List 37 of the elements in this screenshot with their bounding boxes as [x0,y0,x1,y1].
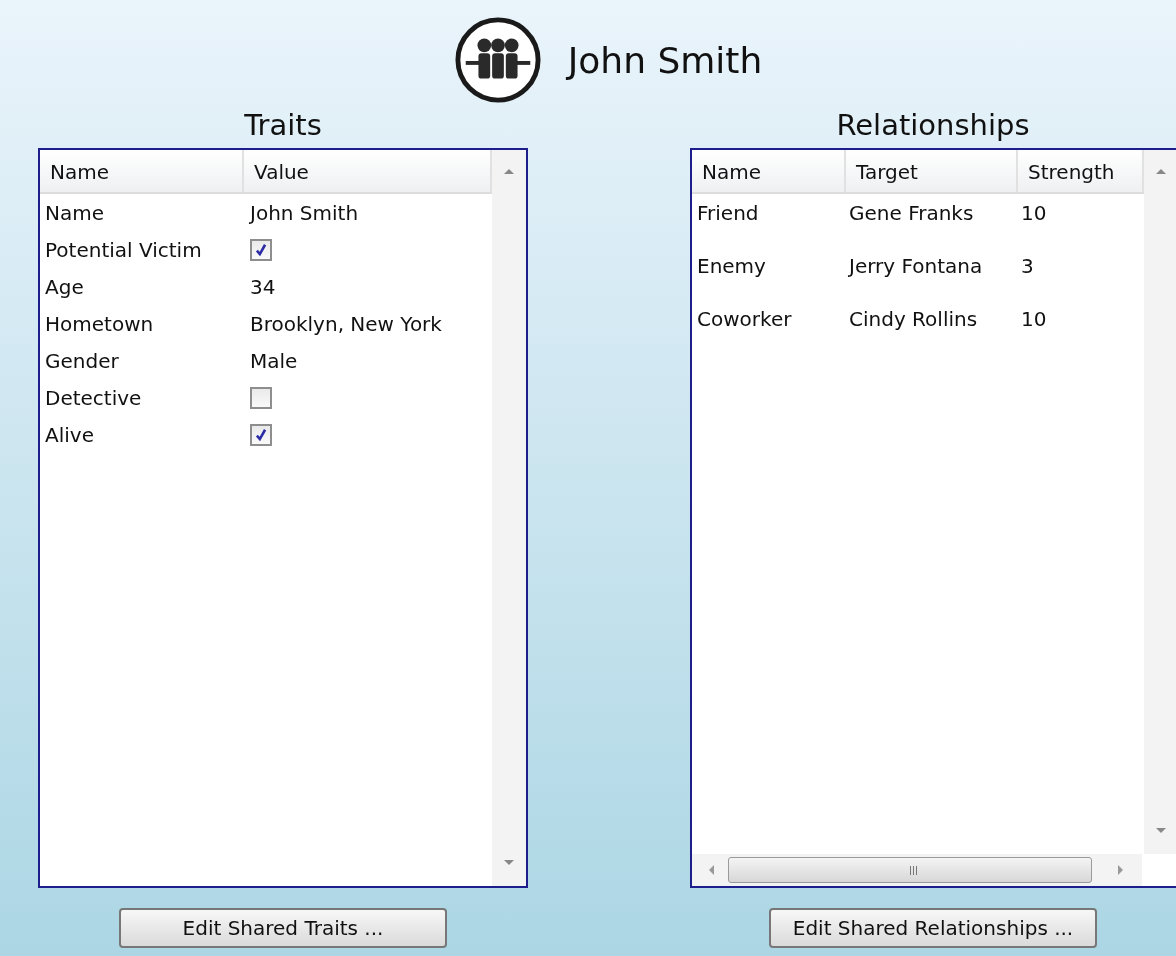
table-cell-text: Friend [696,201,760,225]
table-cell: Male [250,348,298,373]
checkmark-icon [254,242,268,257]
column-header[interactable]: Name [692,150,846,192]
table-cell-text: Potential Victim [44,237,203,262]
section-title: Traits [244,107,322,144]
checkbox[interactable] [250,238,272,261]
people-group-icon [453,16,542,104]
person-name: John Smith [567,39,763,81]
table-cell-text: Enemy [696,254,767,278]
edit-shared-relationships-button[interactable]: Edit Shared Relationships ... [769,908,1097,948]
table-cell-text: Gene Franks [848,201,975,225]
table-cell-text: 3 [1020,254,1035,278]
table-cell-text: Hometown [44,311,155,336]
table-cell: John Smith [250,200,359,225]
edit-shared-traits-button[interactable]: Edit Shared Traits ... [119,908,447,948]
table-cell-text: 10 [1020,307,1048,331]
column-header[interactable]: Target [846,150,1018,192]
table-cell-text: Alive [44,422,95,447]
table-cell-text: Coworker [696,307,793,331]
column-header[interactable]: Name [40,150,244,192]
table-cell-text: Cindy Rollins [848,307,979,331]
table-cell-text: Gender [44,348,120,373]
table-cell-text: 10 [1020,201,1048,225]
table-cell: Brooklyn, New York [250,311,442,336]
vertical-scrollbar[interactable] [1144,150,1176,854]
checkmark-icon [254,427,268,442]
table-cell: 34 [250,274,276,299]
vertical-scrollbar[interactable] [492,150,526,886]
table-cell-text: Name [44,200,105,225]
table-cell-text: Detective [44,385,143,410]
table-cell-text: Age [44,274,85,299]
section-title: Relationships [836,107,1030,144]
checkbox[interactable] [250,423,272,446]
table-cell-text: Jerry Fontana [847,254,984,278]
checkbox[interactable] [250,386,272,409]
horizontal-scrollbar[interactable] [692,854,1142,886]
